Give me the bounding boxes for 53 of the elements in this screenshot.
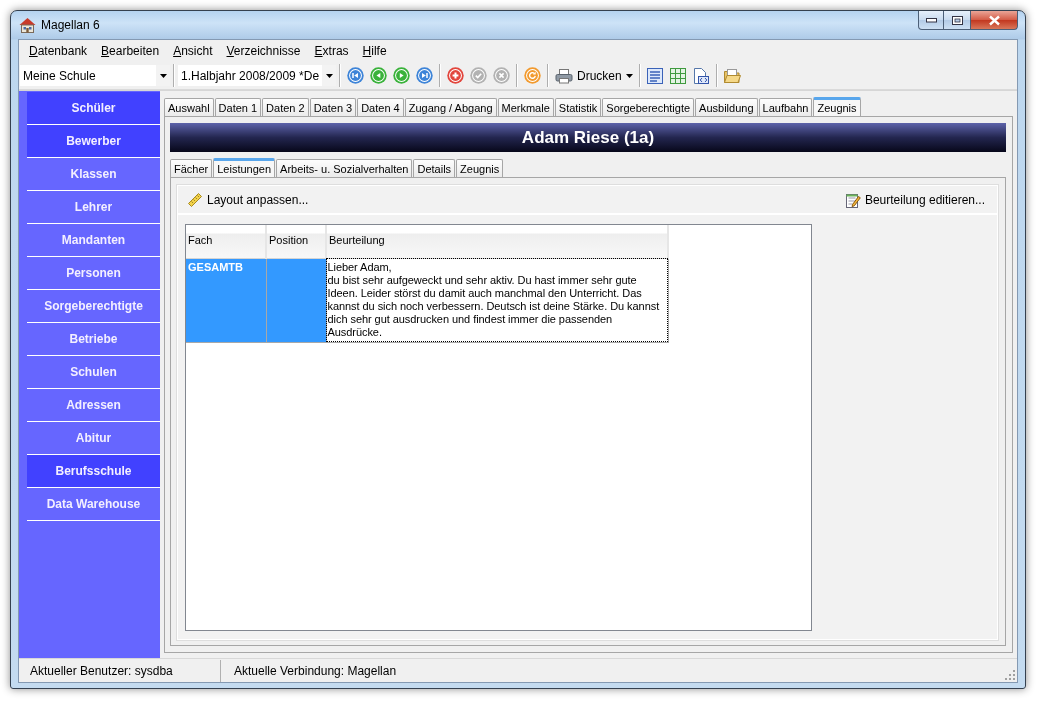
- menu-item[interactable]: Ansicht: [166, 42, 220, 60]
- maximize-icon: [951, 15, 963, 25]
- window-title: Magellan 6: [41, 18, 100, 32]
- ruler-icon: [187, 191, 203, 208]
- layout-button[interactable]: Layout anpassen...: [185, 189, 311, 210]
- print-button[interactable]: Drucken: [552, 64, 636, 87]
- tab[interactable]: Daten 3: [309, 98, 357, 116]
- tab[interactable]: Leistungen: [213, 158, 276, 177]
- menu-item[interactable]: Extras: [307, 42, 356, 60]
- minimize-button[interactable]: [918, 11, 944, 30]
- tab[interactable]: Fächer: [170, 159, 213, 177]
- house-icon: [19, 17, 36, 33]
- period-dropdown[interactable]: 1.Halbjahr 2008/2009 *De: [178, 65, 336, 86]
- tab[interactable]: Daten 2: [262, 98, 309, 116]
- column-header[interactable]: Beurteilung: [326, 225, 668, 258]
- status-text: Aktuelle Verbindung: Magellan: [234, 663, 397, 678]
- sidebar-item[interactable]: Bewerber: [27, 125, 160, 158]
- sidebar-item[interactable]: Schüler: [27, 92, 160, 125]
- tab[interactable]: Zeugnis: [456, 159, 504, 177]
- tab[interactable]: Statistik: [554, 98, 602, 116]
- edit-assessment-button[interactable]: Beurteilung editieren...: [842, 189, 987, 210]
- tab[interactable]: Arbeits- u. Sozialverhalten: [276, 159, 413, 177]
- menu-item[interactable]: Bearbeiten: [94, 42, 167, 60]
- school-dropdown[interactable]: Meine Schule: [20, 65, 170, 86]
- tab[interactable]: Zugang / Abgang: [404, 98, 497, 116]
- resize-grip-icon: [1005, 670, 1016, 681]
- caret-icon: [625, 73, 633, 78]
- caret-icon: [159, 73, 167, 78]
- table-cell: Lieber Adam, du bist sehr aufgeweckt und sehr aktiv. Du hast immer sehr gute Ideen. Leider störst du damit auch manchmal den Unterricht. Das kannst du sich noch verbessern. Deutsch ist deine Stärke. Du kannst dich sehr gut ausdrucken und findest immer die passenden Ausdrücke.: [326, 258, 668, 342]
- caret-icon: [325, 73, 333, 78]
- status-text: Aktueller Benutzer: sysdba: [30, 663, 173, 678]
- maximize-button[interactable]: [944, 11, 971, 30]
- tab[interactable]: Daten 1: [214, 98, 262, 116]
- tab[interactable]: Laufbahn: [758, 98, 813, 116]
- sidebar-item[interactable]: Berufsschule: [27, 455, 160, 488]
- column-header[interactable]: Fach: [186, 225, 266, 258]
- menu-item[interactable]: Hilfe: [355, 42, 394, 60]
- menu-item[interactable]: Verzeichnisse: [219, 42, 308, 60]
- tab[interactable]: Details: [413, 159, 456, 177]
- tab[interactable]: Zeugnis: [813, 97, 861, 116]
- record-title: Adam Riese (1a): [521, 127, 655, 148]
- close-button[interactable]: [971, 11, 1018, 30]
- edit-icon: [844, 191, 861, 208]
- tab[interactable]: Auswahl: [164, 98, 214, 116]
- tab[interactable]: Ausbildung: [695, 98, 758, 116]
- tab[interactable]: Daten 4: [357, 98, 404, 116]
- column-header[interactable]: Position: [266, 225, 326, 258]
- close-icon: [987, 14, 1001, 26]
- table-cell: GESAMTB: [186, 258, 266, 342]
- minimize-icon: [925, 17, 937, 23]
- tab[interactable]: Sorgeberechtigte: [602, 98, 695, 116]
- tab[interactable]: Merkmale: [497, 98, 554, 116]
- menu-item[interactable]: Datenbank: [22, 42, 95, 60]
